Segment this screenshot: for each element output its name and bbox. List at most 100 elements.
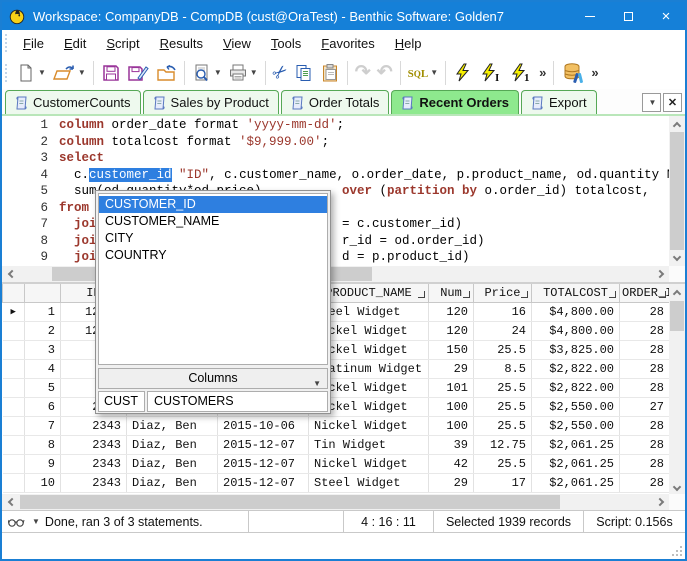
scroll-left-button[interactable] — [2, 266, 18, 282]
cell-total[interactable]: $4,800.00 — [531, 321, 620, 341]
row-indicator-cell[interactable] — [2, 397, 25, 417]
menu-tools[interactable]: Tools — [261, 33, 311, 54]
cell-order[interactable]: 28 — [619, 454, 669, 474]
tab-export[interactable]: Export — [521, 90, 597, 114]
menu-help[interactable]: Help — [385, 33, 432, 54]
column-header-order[interactable]: ORDER_I — [619, 284, 669, 303]
row-indicator-cell[interactable] — [2, 359, 25, 379]
cell-price[interactable]: 16 — [473, 302, 532, 322]
cell-rownum[interactable]: 10 — [24, 473, 61, 493]
column-menu-icon[interactable] — [659, 290, 666, 298]
print-dropdown-arrow[interactable]: ▼ — [250, 68, 258, 77]
print-preview-dropdown-arrow[interactable]: ▼ — [214, 68, 222, 77]
cell-product[interactable]: Nickel Widget — [308, 454, 429, 474]
grid-horizontal-scrollbar[interactable] — [2, 494, 669, 510]
editor-line-4[interactable]: 4 c.customer_id "ID", c.customer_name, o… — [2, 167, 669, 184]
row-indicator-cell[interactable] — [2, 378, 25, 398]
cell-customer[interactable]: Diaz, Ben — [126, 473, 218, 493]
autocomplete-list[interactable]: CUSTOMER_ID CUSTOMER_NAME CITY COUNTRY — [98, 193, 328, 365]
new-file-button[interactable]: ▼ — [14, 60, 48, 86]
cell-order[interactable]: 27 — [619, 397, 669, 417]
cell-price[interactable]: 25.5 — [473, 454, 532, 474]
cell-rownum[interactable]: 3 — [24, 340, 61, 360]
cell-rownum[interactable]: 1 — [24, 302, 61, 322]
resize-grip[interactable] — [671, 545, 683, 557]
print-button[interactable]: ▼ — [226, 60, 260, 86]
autocomplete-alias-box[interactable]: CUST — [98, 391, 145, 412]
cell-rownum[interactable]: 8 — [24, 435, 61, 455]
cell-price[interactable]: 25.5 — [473, 340, 532, 360]
cell-total[interactable]: $2,061.25 — [531, 454, 620, 474]
menu-results[interactable]: Results — [150, 33, 213, 54]
row-indicator-cell[interactable]: ▶ — [2, 302, 25, 322]
row-indicator-cell[interactable] — [2, 321, 25, 341]
cell-order[interactable]: 28 — [619, 416, 669, 436]
scroll-left-button[interactable] — [2, 494, 18, 510]
cell-date[interactable]: 2015-12-07 — [217, 454, 309, 474]
cell-rownum[interactable]: 4 — [24, 359, 61, 379]
autocomplete-table-box[interactable]: CUSTOMERS — [147, 391, 328, 412]
cell-price[interactable]: 25.5 — [473, 397, 532, 417]
cell-rownum[interactable]: 5 — [24, 378, 61, 398]
tab-customercounts[interactable]: CustomerCounts — [5, 90, 141, 114]
cell-total[interactable]: $2,822.00 — [531, 359, 620, 379]
cell-num[interactable]: 120 — [428, 302, 474, 322]
menu-script[interactable]: Script — [96, 33, 149, 54]
menu-view[interactable]: View — [213, 33, 261, 54]
menu-file[interactable]: File — [13, 33, 54, 54]
status-dropdown-button[interactable]: ▼ — [32, 517, 40, 526]
cell-order[interactable]: 28 — [619, 321, 669, 341]
cell-num[interactable]: 150 — [428, 340, 474, 360]
cell-id[interactable]: 2343 — [60, 454, 127, 474]
title-bar[interactable]: Workspace: CompanyDB - CompDB (cust@OraT… — [2, 2, 685, 30]
cell-date[interactable]: 2015-10-06 — [217, 416, 309, 436]
close-tab-button[interactable]: ✕ — [663, 93, 682, 112]
scroll-down-button[interactable] — [669, 250, 685, 266]
cell-order[interactable]: 28 — [619, 473, 669, 493]
cell-product[interactable]: Tin Widget — [308, 435, 429, 455]
autocomplete-item-customer-name[interactable]: CUSTOMER_NAME — [99, 213, 327, 230]
table-row[interactable]: 8 2343 Diaz, Ben 2015-12-07 Tin Widget 39 12.7… — [2, 435, 669, 455]
column-header-total[interactable]: TOTALCOST — [531, 284, 620, 303]
toolbar-gripper[interactable] — [5, 63, 9, 82]
column-header-rownum[interactable] — [24, 284, 61, 303]
editor-line-2[interactable]: 2 column totalcost format '$9,999.00'; — [2, 134, 669, 151]
print-preview-button[interactable]: ▼ — [190, 60, 224, 86]
cell-total[interactable]: $2,822.00 — [531, 378, 620, 398]
cell-order[interactable]: 28 — [619, 435, 669, 455]
paste-button[interactable] — [318, 60, 342, 86]
menu-edit[interactable]: Edit — [54, 33, 96, 54]
cell-rownum[interactable]: 2 — [24, 321, 61, 341]
execute-describe-button[interactable]: I — [477, 60, 505, 86]
sql-dropdown-arrow[interactable]: ▼ — [430, 68, 438, 77]
new-file-dropdown-arrow[interactable]: ▼ — [38, 68, 46, 77]
menu-favorites[interactable]: Favorites — [311, 33, 384, 54]
column-menu-icon[interactable] — [521, 290, 528, 298]
editor-vertical-scrollbar[interactable] — [669, 116, 685, 266]
copy-button[interactable] — [292, 60, 316, 86]
scroll-up-button[interactable] — [669, 284, 685, 300]
cell-num[interactable]: 29 — [428, 473, 474, 493]
cell-order[interactable]: 28 — [619, 359, 669, 379]
cell-id[interactable]: 2343 — [60, 473, 127, 493]
cell-num[interactable]: 120 — [428, 321, 474, 341]
cell-num[interactable]: 100 — [428, 397, 474, 417]
open-file-dropdown-arrow[interactable]: ▼ — [78, 68, 86, 77]
overflow-chevron-button[interactable]: » — [589, 60, 600, 86]
cell-rownum[interactable]: 9 — [24, 454, 61, 474]
cell-order[interactable]: 28 — [619, 378, 669, 398]
cell-total[interactable]: $2,550.00 — [531, 416, 620, 436]
cut-button[interactable]: ✂ — [268, 60, 292, 86]
row-indicator-cell[interactable] — [2, 473, 25, 493]
cell-price[interactable]: 17 — [473, 473, 532, 493]
cell-price[interactable]: 8.5 — [473, 359, 532, 379]
row-indicator-cell[interactable] — [2, 340, 25, 360]
column-menu-icon[interactable] — [418, 290, 425, 298]
sql-button[interactable]: SQL ▼ — [406, 60, 441, 86]
cell-total[interactable]: $2,550.00 — [531, 397, 620, 417]
cell-customer[interactable]: Diaz, Ben — [126, 416, 218, 436]
tab-sales-by-product[interactable]: Sales by Product — [142, 90, 279, 114]
cell-id[interactable]: 2343 — [60, 416, 127, 436]
cell-customer[interactable]: Diaz, Ben — [126, 454, 218, 474]
close-button[interactable]: × — [647, 2, 685, 30]
